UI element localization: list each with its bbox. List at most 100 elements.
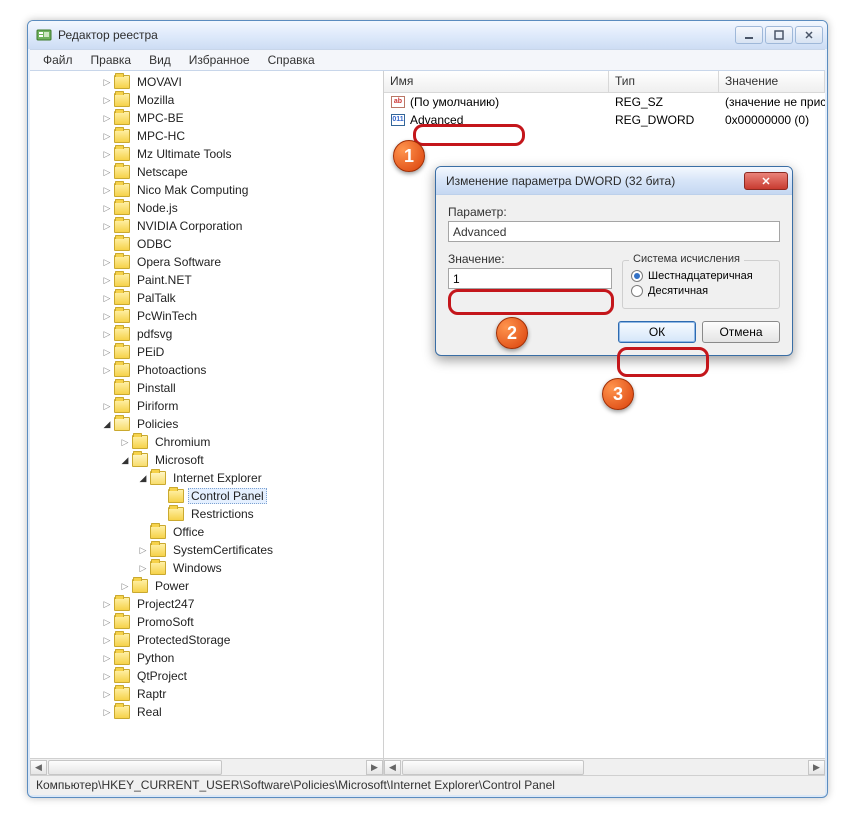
tree-toggle-icon[interactable]: ▷: [102, 113, 112, 123]
radio-dec[interactable]: Десятичная: [631, 285, 771, 297]
tree-item[interactable]: ▷Mozilla: [30, 91, 383, 109]
tree-item[interactable]: ▷PEiD: [30, 343, 383, 361]
radio-hex[interactable]: Шестнадцатеричная: [631, 270, 771, 282]
menu-view[interactable]: Вид: [140, 51, 180, 69]
tree-item[interactable]: ▷Windows: [30, 559, 383, 577]
tree-toggle-icon[interactable]: ▷: [102, 653, 112, 663]
tree-item[interactable]: ▷MPC-HC: [30, 127, 383, 145]
tree-toggle-icon[interactable]: ▷: [102, 599, 112, 609]
tree-toggle-icon[interactable]: ▷: [102, 329, 112, 339]
tree-item[interactable]: ▷Python: [30, 649, 383, 667]
value-field[interactable]: [448, 268, 612, 289]
tree-toggle-icon[interactable]: ▷: [102, 365, 112, 375]
tree-item[interactable]: ◢Policies: [30, 415, 383, 433]
col-value[interactable]: Значение: [719, 71, 825, 92]
tree-item[interactable]: ▷Paint.NET: [30, 271, 383, 289]
tree-toggle-icon[interactable]: ▷: [120, 581, 130, 591]
list-hscrollbar[interactable]: ◀ ▶: [384, 758, 825, 775]
scroll-right-icon[interactable]: ▶: [366, 760, 383, 775]
tree-item[interactable]: ODBC: [30, 235, 383, 253]
tree-item[interactable]: ▷Netscape: [30, 163, 383, 181]
tree-toggle-icon[interactable]: ▷: [102, 275, 112, 285]
tree-toggle-icon[interactable]: [102, 383, 112, 393]
tree-item[interactable]: ▷Raptr: [30, 685, 383, 703]
tree-item[interactable]: Office: [30, 523, 383, 541]
tree-item[interactable]: ▷QtProject: [30, 667, 383, 685]
tree-toggle-icon[interactable]: ▷: [102, 131, 112, 141]
tree-item[interactable]: ▷Power: [30, 577, 383, 595]
tree-item[interactable]: Restrictions: [30, 505, 383, 523]
cancel-button[interactable]: Отмена: [702, 321, 780, 343]
col-name[interactable]: Имя: [384, 71, 609, 92]
tree-toggle-icon[interactable]: ▷: [102, 221, 112, 231]
tree-toggle-icon[interactable]: ◢: [138, 473, 148, 483]
close-button[interactable]: [795, 26, 823, 44]
tree-toggle-icon[interactable]: [156, 491, 166, 501]
tree-toggle-icon[interactable]: ▷: [102, 401, 112, 411]
tree-toggle-icon[interactable]: ▷: [102, 311, 112, 321]
tree-item[interactable]: ▷pdfsvg: [30, 325, 383, 343]
tree-toggle-icon[interactable]: ▷: [102, 257, 112, 267]
tree-item[interactable]: ▷ProtectedStorage: [30, 631, 383, 649]
tree-toggle-icon[interactable]: ▷: [102, 149, 112, 159]
tree-item[interactable]: ▷Opera Software: [30, 253, 383, 271]
tree-toggle-icon[interactable]: ▷: [102, 185, 112, 195]
tree-item[interactable]: Pinstall: [30, 379, 383, 397]
titlebar[interactable]: Редактор реестра: [28, 21, 827, 49]
tree-toggle-icon[interactable]: ◢: [102, 419, 112, 429]
ok-button[interactable]: ОК: [618, 321, 696, 343]
tree-toggle-icon[interactable]: ▷: [102, 95, 112, 105]
tree-toggle-icon[interactable]: [156, 509, 166, 519]
tree-item[interactable]: ▷Photoactions: [30, 361, 383, 379]
tree-toggle-icon[interactable]: ▷: [102, 689, 112, 699]
tree-item[interactable]: ▷PcWinTech: [30, 307, 383, 325]
tree-toggle-icon[interactable]: ▷: [120, 437, 130, 447]
list-row[interactable]: ab(По умолчанию)REG_SZ(значение не присв…: [384, 93, 825, 111]
tree-toggle-icon[interactable]: ▷: [102, 203, 112, 213]
minimize-button[interactable]: [735, 26, 763, 44]
tree-item[interactable]: ▷Node.js: [30, 199, 383, 217]
tree-item[interactable]: ▷PromoSoft: [30, 613, 383, 631]
tree-item[interactable]: ▷Mz Ultimate Tools: [30, 145, 383, 163]
tree-toggle-icon[interactable]: ▷: [102, 707, 112, 717]
tree-item[interactable]: ◢Microsoft: [30, 451, 383, 469]
tree-view[interactable]: ▷MOVAVI▷Mozilla▷MPC-BE▷MPC-HC▷Mz Ultimat…: [30, 71, 383, 758]
tree-toggle-icon[interactable]: ▷: [102, 347, 112, 357]
col-type[interactable]: Тип: [609, 71, 719, 92]
tree-toggle-icon[interactable]: ▷: [102, 293, 112, 303]
tree-toggle-icon[interactable]: ▷: [102, 617, 112, 627]
tree-toggle-icon[interactable]: [138, 527, 148, 537]
menu-file[interactable]: Файл: [34, 51, 82, 69]
tree-toggle-icon[interactable]: ▷: [102, 167, 112, 177]
tree-item[interactable]: ▷Real: [30, 703, 383, 721]
tree-hscrollbar[interactable]: ◀ ▶: [30, 758, 383, 775]
list-row[interactable]: 011AdvancedREG_DWORD0x00000000 (0): [384, 111, 825, 129]
tree-toggle-icon[interactable]: ◢: [120, 455, 130, 465]
tree-item[interactable]: ▷Nico Mak Computing: [30, 181, 383, 199]
tree-item[interactable]: ◢Internet Explorer: [30, 469, 383, 487]
scroll-right-icon[interactable]: ▶: [808, 760, 825, 775]
scroll-left-icon[interactable]: ◀: [384, 760, 401, 775]
tree-toggle-icon[interactable]: ▷: [138, 545, 148, 555]
tree-toggle-icon[interactable]: ▷: [102, 77, 112, 87]
tree-item[interactable]: ▷NVIDIA Corporation: [30, 217, 383, 235]
dialog-close-button[interactable]: [744, 172, 788, 190]
tree-toggle-icon[interactable]: ▷: [138, 563, 148, 573]
scroll-left-icon[interactable]: ◀: [30, 760, 47, 775]
tree-item[interactable]: Control Panel: [30, 487, 383, 505]
tree-item[interactable]: ▷PalTalk: [30, 289, 383, 307]
tree-toggle-icon[interactable]: ▷: [102, 635, 112, 645]
tree-item[interactable]: ▷MPC-BE: [30, 109, 383, 127]
maximize-button[interactable]: [765, 26, 793, 44]
menu-edit[interactable]: Правка: [82, 51, 141, 69]
tree-item[interactable]: ▷Project247: [30, 595, 383, 613]
tree-toggle-icon[interactable]: [102, 239, 112, 249]
tree-item[interactable]: ▷Piriform: [30, 397, 383, 415]
tree-item[interactable]: ▷SystemCertificates: [30, 541, 383, 559]
dialog-titlebar[interactable]: Изменение параметра DWORD (32 бита): [436, 167, 792, 195]
tree-item[interactable]: ▷MOVAVI: [30, 73, 383, 91]
menu-help[interactable]: Справка: [259, 51, 324, 69]
tree-toggle-icon[interactable]: ▷: [102, 671, 112, 681]
tree-item[interactable]: ▷Chromium: [30, 433, 383, 451]
menu-favorites[interactable]: Избранное: [180, 51, 259, 69]
